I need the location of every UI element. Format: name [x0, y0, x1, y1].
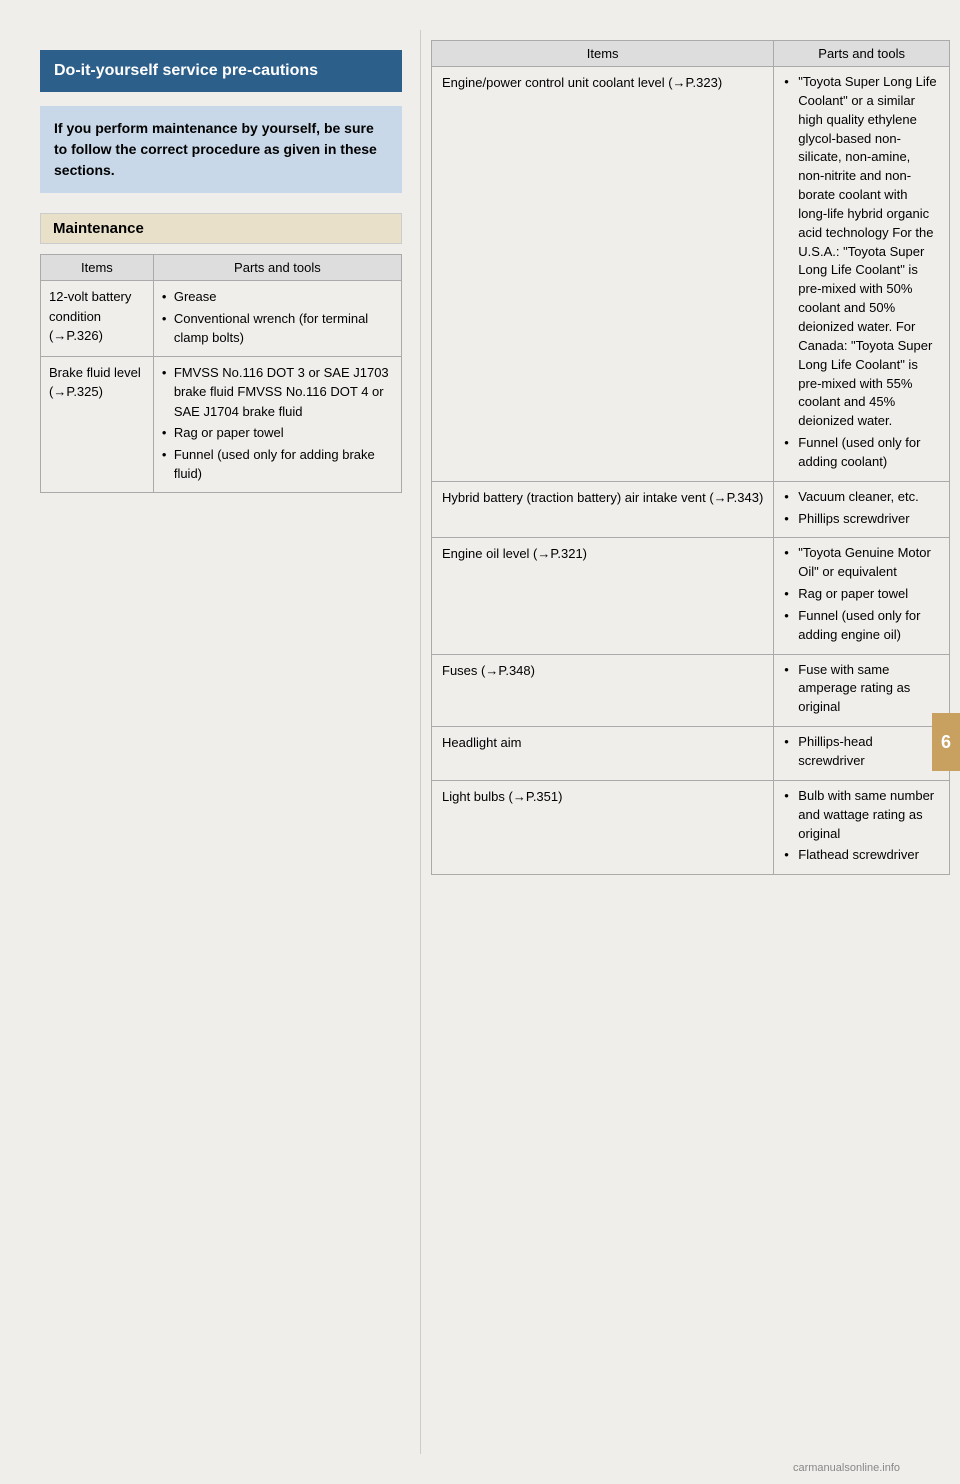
side-tab: 6 — [932, 713, 960, 771]
right-table-parts-2: "Toyota Genuine Motor Oil" or equivalent… — [774, 538, 950, 654]
right-table-header-items: Items — [432, 41, 774, 67]
right-table-header-parts: Parts and tools — [774, 41, 950, 67]
list-item: Funnel (used only for adding coolant) — [784, 434, 939, 472]
diy-header-title: Do-it-yourself service pre-cautions — [54, 62, 318, 79]
list-item: Conventional wrench (for terminal clamp … — [162, 309, 393, 348]
diy-header: Do-it-yourself service pre-cautions — [40, 50, 402, 92]
left-table-parts-0: GreaseConventional wrench (for terminal … — [153, 281, 401, 357]
left-table-item-1: Brake fluid level (→P.325) — [41, 356, 154, 492]
left-table: Items Parts and tools 12-volt battery co… — [40, 254, 402, 493]
right-table-item-3: Fuses (→P.348) — [432, 654, 774, 727]
right-table-item-1: Hybrid battery (traction battery) air in… — [432, 481, 774, 538]
right-table-item-2: Engine oil level (→P.321) — [432, 538, 774, 654]
right-table-parts-4: Phillips-head screwdriver — [774, 727, 950, 781]
page: Do-it-yourself service pre-cautions If y… — [0, 0, 960, 1484]
list-item: Phillips screwdriver — [784, 510, 939, 529]
watermark: carmanualsonline.info — [793, 1462, 900, 1474]
list-item: Fuse with same amperage rating as origin… — [784, 661, 939, 718]
right-table-item-5: Light bulbs (→P.351) — [432, 780, 774, 874]
list-item: FMVSS No.116 DOT 3 or SAE J1703 brake fl… — [162, 363, 393, 422]
list-item: Phillips-head screwdriver — [784, 733, 939, 771]
right-table-parts-3: Fuse with same amperage rating as origin… — [774, 654, 950, 727]
maintenance-header: Maintenance — [40, 213, 402, 244]
list-item: Funnel (used only for adding engine oil) — [784, 607, 939, 645]
left-table-header-items: Items — [41, 255, 154, 281]
list-item: "Toyota Genuine Motor Oil" or equivalent — [784, 544, 939, 582]
left-table-header-parts: Parts and tools — [153, 255, 401, 281]
info-box-text: If you perform maintenance by yourself, … — [54, 120, 377, 178]
left-table-item-0: 12-volt battery condition (→P.326) — [41, 281, 154, 357]
info-box: If you perform maintenance by yourself, … — [40, 106, 402, 193]
right-column: Items Parts and tools Engine/power contr… — [420, 30, 960, 1454]
right-table-parts-1: Vacuum cleaner, etc. Phillips screwdriver — [774, 481, 950, 538]
list-item: "Toyota Super Long Life Coolant" or a si… — [784, 73, 939, 431]
list-item: Rag or paper towel — [162, 423, 393, 443]
left-table-parts-1: FMVSS No.116 DOT 3 or SAE J1703 brake fl… — [153, 356, 401, 492]
list-item: Funnel (used only for adding brake fluid… — [162, 445, 393, 484]
list-item: Rag or paper towel — [784, 585, 939, 604]
right-table-parts-5: Bulb with same number and wattage rating… — [774, 780, 950, 874]
right-table-item-0: Engine/power control unit coolant level … — [432, 67, 774, 482]
list-item: Vacuum cleaner, etc. — [784, 488, 939, 507]
list-item: Grease — [162, 287, 393, 307]
right-table-parts-0: "Toyota Super Long Life Coolant" or a si… — [774, 67, 950, 482]
list-item: Bulb with same number and wattage rating… — [784, 787, 939, 844]
right-table-item-4: Headlight aim — [432, 727, 774, 781]
list-item: Flathead screwdriver — [784, 846, 939, 865]
left-column: Do-it-yourself service pre-cautions If y… — [0, 30, 420, 1454]
right-table: Items Parts and tools Engine/power contr… — [431, 40, 950, 875]
